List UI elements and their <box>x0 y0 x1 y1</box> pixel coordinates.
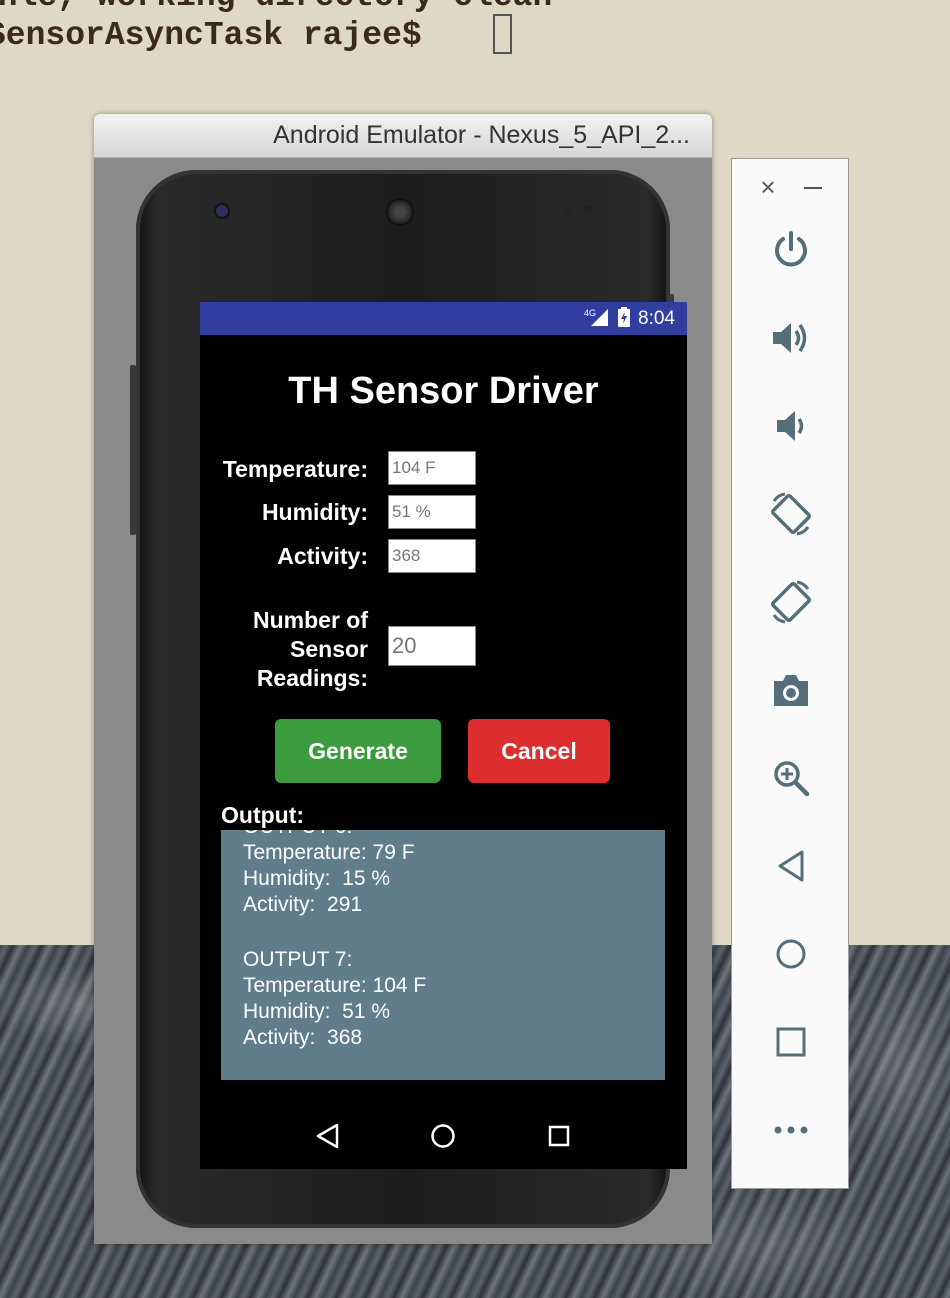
android-nav-bar <box>200 1102 687 1169</box>
output-line: OUTPUT 6: <box>243 830 426 840</box>
phone-screen: 4G 8:04 TH Sensor Driver Temperature: Hu… <box>200 302 687 1169</box>
phone-volume-button[interactable] <box>130 365 136 535</box>
toolbar-header: × <box>732 173 850 203</box>
output-line: Temperature: 104 F <box>243 974 427 997</box>
more-icon[interactable] <box>766 1105 816 1155</box>
emulator-window: Android Emulator - Nexus_5_API_2... 4G 8… <box>94 114 712 1244</box>
humidity-field[interactable] <box>388 495 476 529</box>
nav-recents-icon[interactable] <box>539 1116 579 1156</box>
close-icon[interactable]: × <box>756 173 780 203</box>
power-icon[interactable] <box>766 225 816 275</box>
terminal-cursor <box>493 14 512 54</box>
output-line: Humidity: 15 % <box>243 867 391 890</box>
humidity-label: Humidity: <box>261 499 368 525</box>
readings-label: Number of Sensor Readings: <box>200 606 368 693</box>
nav-back-icon[interactable] <box>308 1116 348 1156</box>
light-sensor <box>584 206 592 214</box>
zoom-icon[interactable] <box>766 753 816 803</box>
readings-label-line-1: Number of <box>253 607 368 633</box>
emulator-toolbar: × <box>731 158 849 1189</box>
generate-button[interactable]: Generate <box>275 719 441 783</box>
network-label: 4G <box>584 308 596 318</box>
app-title: TH Sensor Driver <box>288 370 599 412</box>
battery-icon <box>618 306 631 331</box>
temperature-field[interactable] <box>388 451 476 485</box>
emulator-titlebar[interactable]: Android Emulator - Nexus_5_API_2... <box>94 114 712 158</box>
phone-frame: 4G 8:04 TH Sensor Driver Temperature: Hu… <box>130 170 687 1228</box>
signal-icon: 4G <box>584 307 610 331</box>
front-camera <box>216 205 228 217</box>
volume-up-icon[interactable] <box>766 313 816 363</box>
minimize-icon[interactable] <box>802 173 826 203</box>
cancel-button[interactable]: Cancel <box>468 719 610 783</box>
terminal-line-1: ahle, working directory clean <box>0 0 552 15</box>
proximity-sensor <box>564 206 572 214</box>
activity-field[interactable] <box>388 539 476 573</box>
rotate-right-icon[interactable] <box>766 577 816 627</box>
overview-icon[interactable] <box>766 1017 816 1067</box>
output-text: OUTPUT 6: Temperature: 79 F Humidity: 15… <box>243 830 426 1051</box>
home-icon[interactable] <box>766 929 816 979</box>
output-line: Activity: 368 <box>243 1026 363 1049</box>
readings-label-line-2: Sensor <box>290 636 368 662</box>
output-line: Temperature: 79 F <box>243 841 415 864</box>
window-title: Android Emulator - Nexus_5_API_2... <box>273 121 690 149</box>
volume-down-icon[interactable] <box>766 401 816 451</box>
earpiece-speaker <box>388 200 412 224</box>
terminal-line-2: SensorAsyncTask rajee$ <box>0 17 422 54</box>
rotate-left-icon[interactable] <box>766 489 816 539</box>
status-time: 8:04 <box>638 307 675 329</box>
output-line: OUTPUT 7: <box>243 948 353 971</box>
temperature-label: Temperature: <box>222 456 368 482</box>
output-panel[interactable]: OUTPUT 6: Temperature: 79 F Humidity: 15… <box>221 830 665 1080</box>
back-icon[interactable] <box>766 841 816 891</box>
camera-icon[interactable] <box>766 665 816 715</box>
status-bar: 4G 8:04 <box>200 302 687 335</box>
output-line: Humidity: 51 % <box>243 1000 391 1023</box>
output-label: Output: <box>221 802 305 828</box>
readings-label-line-3: Readings: <box>256 665 368 691</box>
readings-field[interactable] <box>388 626 476 666</box>
nav-home-icon[interactable] <box>423 1116 463 1156</box>
output-line: Activity: 291 <box>243 893 363 916</box>
activity-label: Activity: <box>277 543 368 569</box>
